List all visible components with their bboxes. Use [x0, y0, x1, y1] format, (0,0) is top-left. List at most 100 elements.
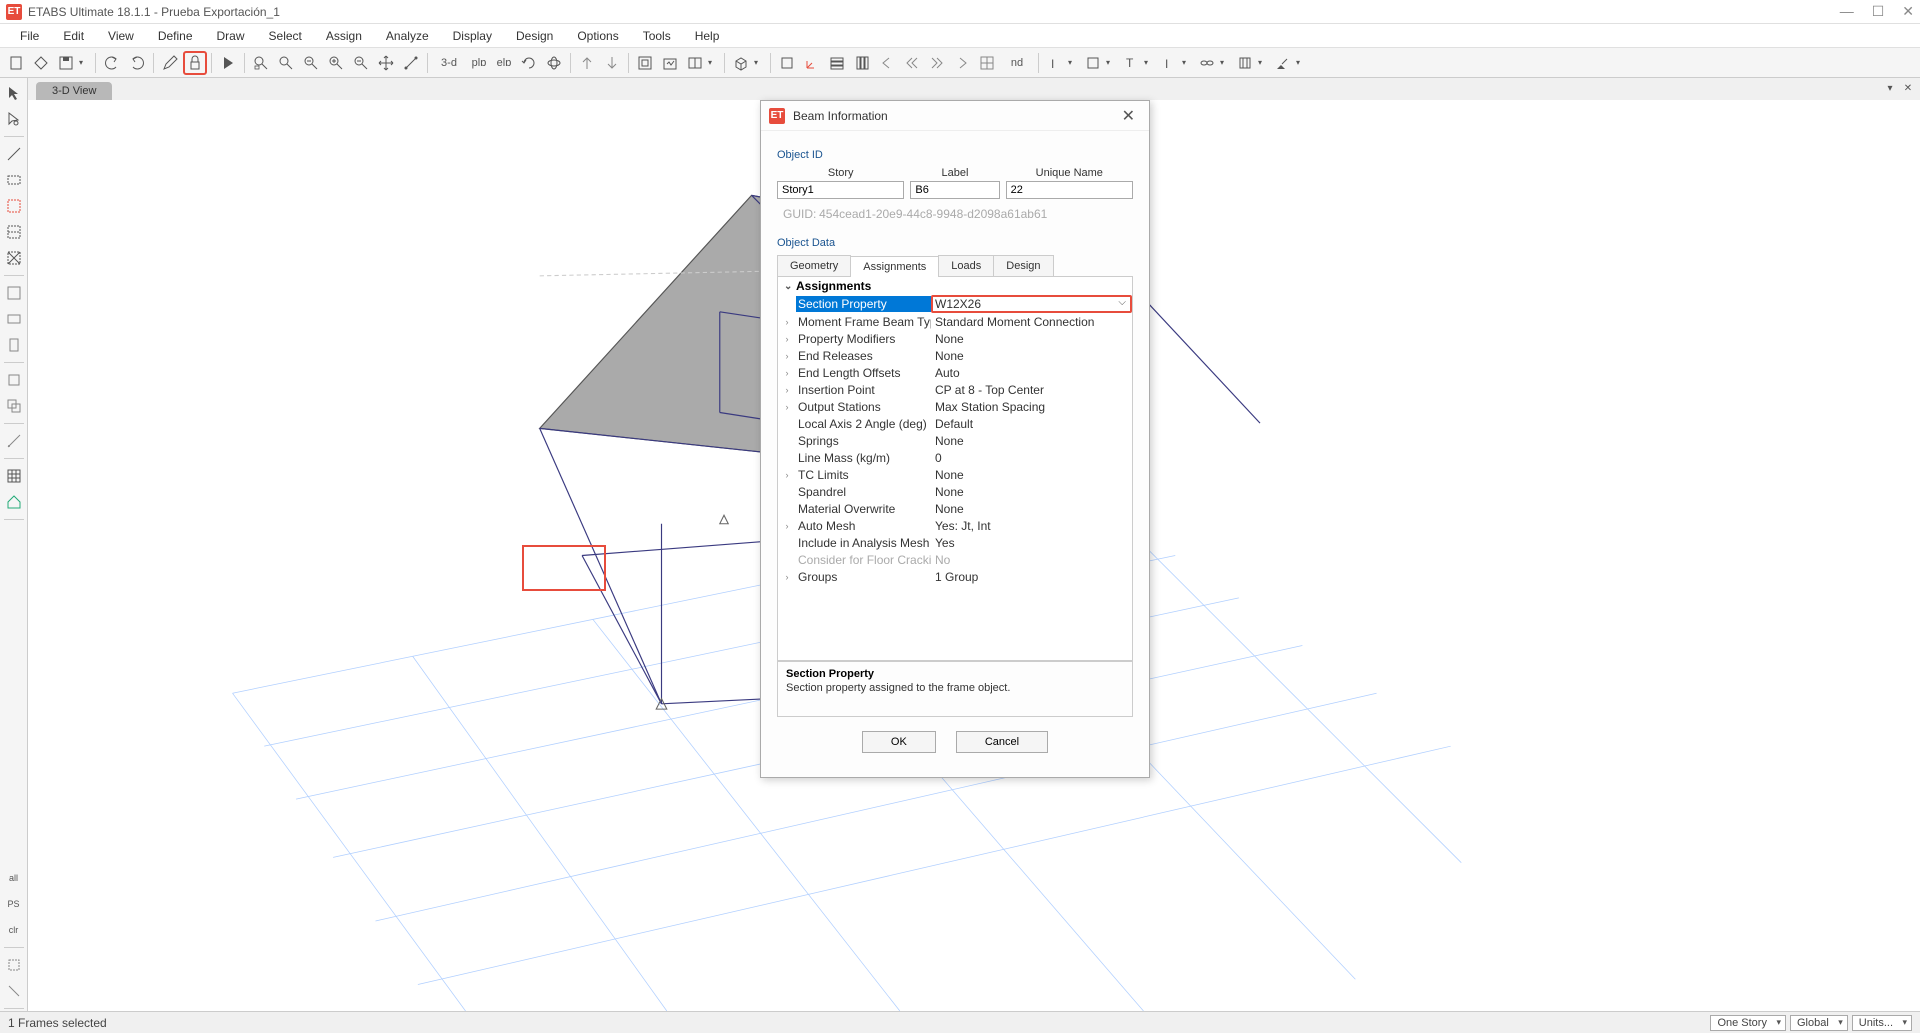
objid-story-input[interactable] [777, 181, 904, 199]
prop-row[interactable]: SpandrelNone [778, 483, 1132, 500]
extrude-dropdown-icon[interactable]: ▾ [754, 58, 766, 67]
close-icon[interactable]: ✕ [1902, 3, 1914, 20]
view-3d-button[interactable]: 3-d [432, 51, 466, 75]
zoom-extents-icon[interactable] [274, 51, 298, 75]
coord-selector[interactable]: Global [1790, 1015, 1848, 1031]
prop-value[interactable]: Yes [931, 535, 1132, 551]
prop-row[interactable]: ›Property ModifiersNone [778, 330, 1132, 347]
menu-define[interactable]: Define [146, 26, 205, 46]
link-icon[interactable] [1195, 51, 1219, 75]
plate2-icon[interactable] [3, 308, 25, 330]
building-icon[interactable] [3, 491, 25, 513]
invert-icon[interactable] [3, 954, 25, 976]
dialog-title-bar[interactable]: ET Beam Information ✕ [761, 101, 1149, 131]
box-icon[interactable] [1233, 51, 1257, 75]
prop-row[interactable]: ›Insertion PointCP at 8 - Top Center [778, 381, 1132, 398]
box-dropdown-icon[interactable]: ▾ [1258, 58, 1270, 67]
text-dropdown-icon[interactable]: ▾ [1068, 58, 1080, 67]
prop-row[interactable]: SpringsNone [778, 432, 1132, 449]
prop-value[interactable]: No [931, 552, 1132, 568]
redo-icon[interactable] [125, 51, 149, 75]
cancel-button[interactable]: Cancel [956, 731, 1048, 753]
section-icon[interactable] [1081, 51, 1105, 75]
title-icon[interactable]: T [1119, 51, 1143, 75]
prop-value[interactable]: Max Station Spacing [931, 399, 1132, 415]
zoom-prev-icon[interactable] [299, 51, 323, 75]
menu-help[interactable]: Help [683, 26, 732, 46]
up-arrow-icon[interactable] [575, 51, 599, 75]
menu-select[interactable]: Select [257, 26, 314, 46]
menu-display[interactable]: Display [441, 26, 504, 46]
tab-design[interactable]: Design [993, 255, 1053, 276]
view-tab-3d[interactable]: 3-D View [36, 82, 112, 100]
set-display-icon[interactable] [658, 51, 682, 75]
down-arrow-icon[interactable] [600, 51, 624, 75]
move-left-icon[interactable] [875, 51, 899, 75]
prop-value[interactable]: 1 Group [931, 569, 1132, 585]
lock-icon[interactable] [183, 51, 207, 75]
expand-icon[interactable]: › [778, 334, 796, 344]
expand-icon[interactable]: › [778, 470, 796, 480]
poly-icon[interactable] [3, 369, 25, 391]
line-icon[interactable] [3, 143, 25, 165]
pan-icon[interactable] [374, 51, 398, 75]
new-model-icon[interactable] [29, 51, 53, 75]
prop-value[interactable]: None [931, 467, 1132, 483]
units-selector[interactable]: Units... [1852, 1015, 1912, 1031]
prop-row[interactable]: Consider for Floor CrackingNo [778, 551, 1132, 568]
perspective-icon[interactable] [542, 51, 566, 75]
tab-geometry[interactable]: Geometry [777, 255, 851, 276]
expand-icon[interactable]: › [778, 351, 796, 361]
view-options-dropdown-icon[interactable]: ▾ [708, 58, 720, 67]
menu-analyze[interactable]: Analyze [374, 26, 441, 46]
menu-file[interactable]: File [8, 26, 51, 46]
tab-close-icon[interactable]: ✕ [1900, 80, 1916, 96]
frame-grid-icon[interactable] [3, 465, 25, 487]
prop-value[interactable]: W12X26 [931, 295, 1132, 313]
section-dropdown-icon[interactable]: ▾ [1106, 58, 1118, 67]
reshape-icon[interactable] [3, 108, 25, 130]
maximize-icon[interactable]: ☐ [1872, 3, 1885, 20]
run-icon[interactable] [216, 51, 240, 75]
expand-icon[interactable]: › [778, 317, 796, 327]
menu-draw[interactable]: Draw [205, 26, 257, 46]
expand-icon[interactable]: › [778, 385, 796, 395]
expand-icon[interactable]: › [778, 402, 796, 412]
prop-value[interactable]: Yes: Jt, Int [931, 518, 1132, 534]
prop-value[interactable]: None [931, 433, 1132, 449]
prop-row[interactable]: ›Output StationsMax Station Spacing [778, 398, 1132, 415]
prop-value[interactable]: Standard Moment Connection [931, 314, 1132, 330]
plan-icon[interactable]: plɒ [467, 51, 491, 75]
menu-edit[interactable]: Edit [51, 26, 96, 46]
prop-row[interactable]: ›End Length OffsetsAuto [778, 364, 1132, 381]
story-selector[interactable]: One Story [1710, 1015, 1786, 1031]
tab-assignments[interactable]: Assignments [850, 256, 939, 277]
title-dropdown-icon[interactable]: ▾ [1144, 58, 1156, 67]
rect-cross-icon[interactable] [3, 247, 25, 269]
plate-icon[interactable] [3, 282, 25, 304]
rect-dash3-icon[interactable] [3, 221, 25, 243]
expand-icon[interactable]: › [778, 572, 796, 582]
shrink-icon[interactable] [775, 51, 799, 75]
prop-row[interactable]: ›Moment Frame Beam TypeStandard Moment C… [778, 313, 1132, 330]
grid-icon[interactable] [975, 51, 999, 75]
prop-value[interactable]: Default [931, 416, 1132, 432]
invert2-icon[interactable] [3, 980, 25, 1002]
dialog-close-icon[interactable]: ✕ [1116, 106, 1141, 126]
elev-icon[interactable]: elɒ [492, 51, 516, 75]
show-columns-icon[interactable] [850, 51, 874, 75]
expand-icon[interactable]: › [778, 521, 796, 531]
property-grid[interactable]: ⌄ Assignments Section PropertyW12X26›Mom… [777, 277, 1133, 661]
prop-value[interactable]: None [931, 484, 1132, 500]
zoom-out-icon[interactable] [349, 51, 373, 75]
prop-value[interactable]: CP at 8 - Top Center [931, 382, 1132, 398]
tab-loads[interactable]: Loads [938, 255, 994, 276]
prop-row[interactable]: Material OverwriteNone [778, 500, 1132, 517]
save-dropdown-icon[interactable]: ▾ [79, 58, 91, 67]
show-stories-icon[interactable] [825, 51, 849, 75]
prop-group-assignments[interactable]: ⌄ Assignments [778, 277, 1132, 295]
zoom-in-icon[interactable] [324, 51, 348, 75]
objid-label-input[interactable] [910, 181, 999, 199]
ok-button[interactable]: OK [862, 731, 936, 753]
prev-select-button[interactable]: PS [3, 893, 25, 915]
